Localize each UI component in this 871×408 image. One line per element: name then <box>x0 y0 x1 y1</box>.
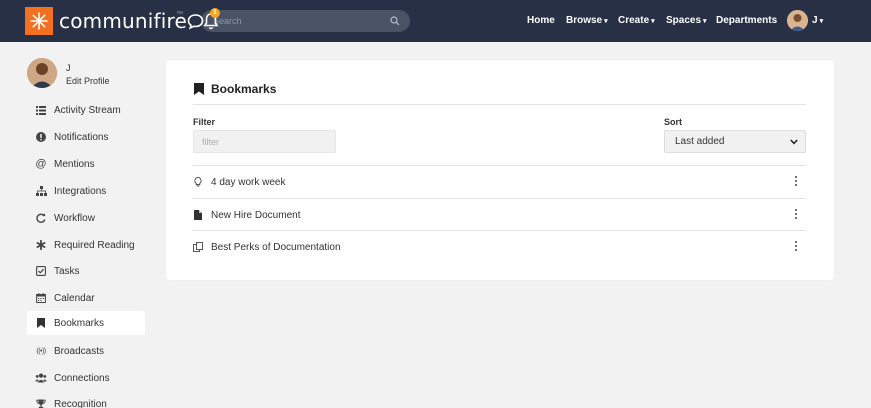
sidebar-item-recognition[interactable]: Recognition <box>27 392 145 408</box>
sidebar-item-label: Bookmarks <box>54 317 105 329</box>
bookmark-icon <box>34 316 48 330</box>
bookmark-icon <box>194 83 204 95</box>
sidebar-item-required-reading[interactable]: Required Reading <box>27 233 145 257</box>
refresh-icon <box>34 211 48 225</box>
sidebar-item-label: Mentions <box>54 158 95 170</box>
sidebar-item-workflow[interactable]: Workflow <box>27 206 145 230</box>
bookmark-row[interactable]: Best Perks of Documentation <box>193 231 806 263</box>
trophy-icon <box>34 397 48 408</box>
nav-browse-label: Browse <box>566 15 603 26</box>
brand-name[interactable]: communifire <box>59 9 187 33</box>
notification-badge: 1 <box>210 8 220 18</box>
chevron-down-icon: ▾ <box>703 18 707 25</box>
bookmark-title[interactable]: Best Perks of Documentation <box>211 242 341 253</box>
profile-avatar[interactable] <box>27 58 57 88</box>
brand-trademark: ™ <box>176 11 183 18</box>
nav-create[interactable]: Create ▾ <box>618 15 655 26</box>
page-title-text: Bookmarks <box>211 82 277 96</box>
bookmark-row[interactable]: 4 day work week <box>193 166 806 198</box>
nav-browse[interactable]: Browse ▾ <box>566 15 608 26</box>
sidebar-item-mentions[interactable]: @ Mentions <box>27 152 145 176</box>
divider <box>193 104 806 105</box>
chevron-down-icon: ▾ <box>651 18 655 25</box>
user-avatar[interactable] <box>787 10 808 31</box>
sidebar-item-label: Broadcasts <box>54 345 105 357</box>
sidebar-item-label: Connections <box>54 372 110 384</box>
bookmark-row[interactable]: New Hire Document <box>193 199 806 231</box>
calendar-icon <box>34 291 48 305</box>
sidebar-item-activity-stream[interactable]: Activity Stream <box>27 98 145 122</box>
sitemap-icon <box>34 184 48 198</box>
sidebar-item-label: Recognition <box>54 398 107 408</box>
filter-label: Filter <box>193 117 216 127</box>
sidebar-item-bookmarks[interactable]: Bookmarks <box>27 311 145 335</box>
sidebar-item-label: Required Reading <box>54 239 135 251</box>
edit-profile-link[interactable]: Edit Profile <box>66 76 110 86</box>
nav-departments-label: Departments <box>716 15 778 26</box>
nav-create-label: Create <box>618 15 650 26</box>
sidebar-item-label: Calendar <box>54 292 95 304</box>
nav-spaces[interactable]: Spaces ▾ <box>666 15 707 26</box>
more-options-icon[interactable] <box>794 240 798 252</box>
sidebar-item-label: Integrations <box>54 185 107 197</box>
sidebar-item-label: Notifications <box>54 131 109 143</box>
page-title: Bookmarks <box>194 82 276 96</box>
profile-name[interactable]: J <box>66 63 71 73</box>
sidebar-item-label: Workflow <box>54 212 95 224</box>
search-input[interactable] <box>213 14 383 28</box>
sort-select[interactable]: Last added <box>664 130 806 153</box>
checkbox-icon <box>34 264 48 278</box>
bookmark-title[interactable]: New Hire Document <box>211 210 300 221</box>
copy-icon <box>193 242 203 252</box>
sidebar-item-calendar[interactable]: Calendar <box>27 286 145 310</box>
lightbulb-icon <box>193 177 203 187</box>
more-options-icon[interactable] <box>794 175 798 187</box>
filter-input[interactable] <box>193 130 336 153</box>
sidebar-item-tasks[interactable]: Tasks <box>27 259 145 283</box>
search-box[interactable] <box>201 10 410 32</box>
info-icon <box>34 130 48 144</box>
list-icon <box>34 103 48 117</box>
chevron-down-icon: ▾ <box>604 18 608 25</box>
nav-home-label: Home <box>527 15 555 26</box>
more-options-icon[interactable] <box>794 208 798 220</box>
document-icon <box>193 210 203 220</box>
bookmark-title[interactable]: 4 day work week <box>211 177 285 188</box>
logo-icon[interactable] <box>25 7 53 35</box>
user-initial: J <box>812 15 818 26</box>
sidebar-item-label: Tasks <box>54 265 80 277</box>
users-icon <box>34 371 48 385</box>
nav-departments[interactable]: Departments <box>716 15 777 26</box>
broadcast-icon: ((•)) <box>36 347 46 355</box>
asterisk-icon <box>34 238 48 252</box>
chevron-down-icon: ▾ <box>819 18 824 25</box>
nav-home[interactable]: Home <box>527 15 555 26</box>
chevron-down-icon <box>790 139 798 145</box>
sort-label: Sort <box>664 117 682 127</box>
sidebar-item-label: Activity Stream <box>54 104 121 116</box>
search-icon[interactable] <box>390 16 400 26</box>
sidebar-item-integrations[interactable]: Integrations <box>27 179 145 203</box>
at-icon: @ <box>35 158 47 170</box>
bookmarks-card: Bookmarks Filter Sort Last added 4 day w… <box>166 60 834 280</box>
top-navbar: communifire ™ 1 Home Browse▾ Create▾ Spa… <box>0 0 871 42</box>
sort-selected-value: Last added <box>675 136 725 147</box>
sidebar-item-broadcasts[interactable]: ((•)) Broadcasts <box>27 339 145 363</box>
sidebar-item-connections[interactable]: Connections <box>27 366 145 390</box>
nav-spaces-label: Spaces <box>666 15 702 26</box>
sidebar-item-notifications[interactable]: Notifications <box>27 125 145 149</box>
user-menu[interactable]: J ▾ <box>812 15 823 26</box>
